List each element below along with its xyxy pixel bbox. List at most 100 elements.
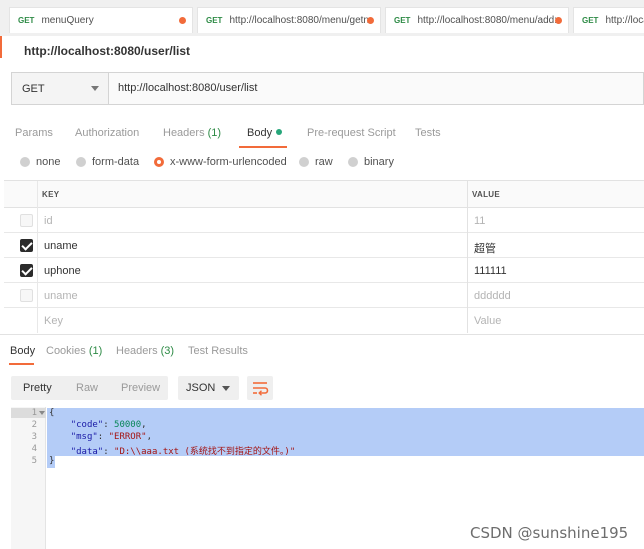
row-value[interactable]: 11	[474, 215, 485, 227]
wrap-lines-icon	[253, 382, 269, 396]
radio-binary[interactable]: binary	[348, 156, 394, 168]
line-number: 2	[31, 420, 37, 430]
tab-title: menuQuery	[41, 15, 94, 26]
json-separator: :	[97, 432, 109, 442]
tab-response-body[interactable]: Body	[10, 345, 35, 357]
request-tab[interactable]: GET http://localhost:8080/menu/add:	[385, 7, 569, 33]
view-preview-button[interactable]: Preview	[121, 382, 160, 394]
tab-label: Body	[247, 127, 273, 139]
radio-selected-icon	[154, 157, 164, 167]
radio-icon	[20, 157, 30, 167]
radio-label: none	[36, 156, 61, 168]
method-label: GET	[22, 83, 45, 95]
request-tab[interactable]: GET menuQuery	[9, 7, 193, 33]
code-line: "msg": "ERROR",	[49, 432, 152, 442]
radio-none[interactable]: none	[20, 156, 60, 168]
tab-params[interactable]: Params	[15, 127, 53, 139]
format-label: JSON	[186, 382, 216, 394]
tab-label: Body	[10, 345, 36, 357]
code-line: {	[49, 408, 54, 418]
code-line: "data": "D:\\aaa.txt (系统找不到指定的文件。)"	[49, 444, 296, 457]
tab-label: Cookies	[46, 345, 86, 357]
tab-count: (1)	[88, 345, 103, 357]
view-pretty-button[interactable]: Pretty	[23, 382, 52, 394]
radio-raw[interactable]: raw	[299, 156, 333, 168]
request-tab[interactable]: GET http://localh	[573, 7, 644, 33]
wrap-lines-button[interactable]	[247, 376, 273, 400]
unsaved-dot-icon	[179, 17, 186, 24]
table-row: uname 超管	[4, 233, 644, 258]
line-number: 3	[31, 432, 37, 442]
table-row: uname dddddd	[4, 283, 644, 308]
radio-label: x-www-form-urlencoded	[170, 156, 287, 168]
request-tab[interactable]: GET http://localhost:8080/menu/getn	[197, 7, 381, 33]
selection-highlight	[47, 408, 644, 420]
row-key[interactable]: id	[44, 215, 53, 227]
active-tab-underline	[239, 146, 287, 148]
radio-icon	[299, 157, 309, 167]
code-line: "code": 50000,	[49, 420, 147, 430]
row-value[interactable]: 超管	[474, 240, 496, 256]
json-comma: ,	[146, 432, 152, 442]
tab-body[interactable]: Body	[247, 127, 283, 139]
watermark: CSDN @sunshine195	[470, 524, 629, 542]
row-checkbox[interactable]	[20, 289, 33, 302]
tab-title: http://localhost:8080/menu/add:	[417, 15, 557, 26]
tab-title: http://localhost:8080/menu/getn	[229, 15, 369, 26]
new-value-input[interactable]: Value	[474, 315, 501, 327]
tab-headers[interactable]: Headers (1)	[163, 127, 221, 139]
tab-authorization[interactable]: Authorization	[75, 127, 139, 139]
tab-tests[interactable]: Tests	[415, 127, 441, 139]
json-separator: :	[103, 420, 115, 430]
response-divider[interactable]	[0, 334, 644, 335]
radio-label: binary	[364, 156, 394, 168]
json-key: "msg"	[70, 432, 98, 442]
column-value-header: VALUE	[472, 190, 501, 199]
row-key[interactable]: uname	[44, 240, 78, 252]
row-checkbox-checked[interactable]	[20, 239, 33, 252]
row-value[interactable]: 111111	[474, 265, 507, 277]
radio-icon	[76, 157, 86, 167]
row-checkbox-checked[interactable]	[20, 264, 33, 277]
fold-arrow-icon[interactable]	[39, 411, 45, 415]
line-number: 5	[31, 456, 37, 466]
table-header: KEY VALUE	[4, 181, 644, 208]
active-indicator	[0, 36, 2, 58]
row-value[interactable]: dddddd	[474, 290, 511, 302]
row-key[interactable]: uname	[44, 290, 78, 302]
view-raw-button[interactable]: Raw	[76, 382, 98, 394]
code-line: }	[49, 456, 54, 466]
radio-label: form-data	[92, 156, 140, 168]
new-key-input[interactable]: Key	[44, 315, 63, 327]
line-number: 4	[31, 444, 37, 454]
json-value: "D:\\aaa.txt (系统找不到指定的文件。)"	[114, 447, 296, 457]
url-bar: GET http://localhost:8080/user/list	[11, 72, 644, 105]
tab-count: (3)	[160, 345, 175, 357]
tab-response-headers[interactable]: Headers (3)	[116, 345, 174, 357]
radio-x-www-form-urlencoded[interactable]: x-www-form-urlencoded	[154, 156, 287, 168]
tab-method: GET	[582, 16, 599, 25]
tab-title: http://localh	[605, 15, 644, 26]
unsaved-dot-icon	[555, 17, 562, 24]
tab-cookies[interactable]: Cookies (1)	[46, 345, 102, 357]
table-row-new: Key Value	[4, 308, 644, 333]
tab-method: GET	[18, 16, 35, 25]
has-content-dot-icon	[276, 129, 283, 135]
tab-label: Pre-request Script	[307, 127, 396, 139]
url-input[interactable]: http://localhost:8080/user/list	[118, 82, 257, 94]
row-key[interactable]: uphone	[44, 265, 81, 277]
tab-test-results[interactable]: Test Results	[188, 345, 248, 357]
format-select[interactable]: JSON	[178, 376, 239, 400]
radio-form-data[interactable]: form-data	[76, 156, 139, 168]
tab-label: Params	[15, 127, 53, 139]
response-tabs: Body Cookies (1) Headers (3) Test Result…	[0, 345, 644, 361]
tab-label: Headers	[116, 345, 158, 357]
row-checkbox[interactable]	[20, 214, 33, 227]
line-number-gutter: 1 2 3 4 5	[11, 407, 46, 549]
tab-method: GET	[206, 16, 223, 25]
tab-pre-request-script[interactable]: Pre-request Script	[307, 127, 396, 139]
chevron-down-icon	[222, 386, 230, 391]
json-comma: ,	[141, 420, 147, 430]
method-select[interactable]: GET	[12, 73, 109, 104]
request-title[interactable]: http://localhost:8080/user/list	[24, 44, 190, 58]
